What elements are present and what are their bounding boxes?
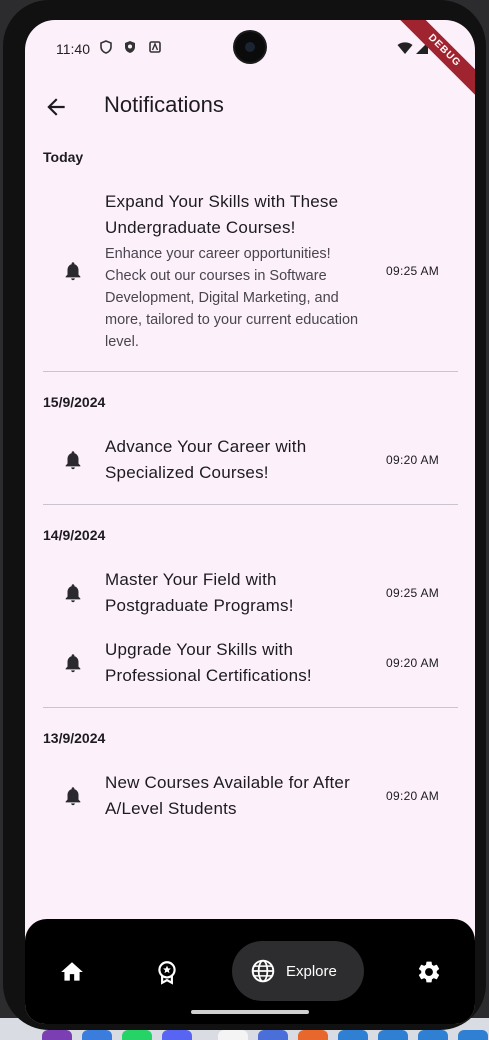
notification-time: 09:25 AM (386, 586, 440, 600)
app-bar: Notifications (25, 84, 475, 128)
notification-section: 14/9/2024 Master Your Field with Postgra… (43, 505, 458, 708)
bell-icon (43, 652, 103, 674)
notification-item[interactable]: Advance Your Career with Specialized Cou… (43, 418, 458, 504)
phone-frame: 11:40 DEBUG Notifications Today Expand Y… (3, 0, 486, 1030)
taskbar-app-icon[interactable] (162, 1030, 192, 1040)
section-date: 14/9/2024 (43, 527, 106, 543)
notification-item[interactable]: Upgrade Your Skills with Professional Ce… (43, 629, 458, 707)
taskbar-app-icon[interactable] (258, 1030, 288, 1040)
back-arrow-icon[interactable] (43, 94, 69, 120)
taskbar-app-icon[interactable] (122, 1030, 152, 1040)
status-bar: 11:40 DEBUG (25, 20, 475, 104)
gear-icon[interactable] (416, 959, 442, 985)
notification-section: 13/9/2024 New Courses Available for Afte… (43, 708, 458, 840)
explore-label: Explore (286, 962, 337, 980)
taskbar-app-icon[interactable] (418, 1030, 448, 1040)
bottom-nav-bar: Explore (25, 919, 475, 1024)
notification-body: Enhance your career opportunities! Check… (105, 246, 359, 350)
taskbar-app-icon[interactable] (298, 1030, 328, 1040)
notification-title: Advance Your Career with Specialized Cou… (105, 437, 307, 482)
front-camera (235, 32, 265, 62)
taskbar-app-icon[interactable] (42, 1030, 72, 1040)
taskbar-app-icon[interactable] (82, 1030, 112, 1040)
section-date: 15/9/2024 (43, 394, 106, 410)
notification-item[interactable]: Master Your Field with Postgraduate Prog… (43, 551, 458, 629)
notification-title: Upgrade Your Skills with Professional Ce… (105, 640, 312, 685)
home-icon[interactable] (59, 959, 85, 985)
globe-icon (251, 959, 275, 983)
notification-time: 09:20 AM (386, 453, 440, 467)
notification-time: 09:20 AM (386, 789, 440, 803)
bell-icon (43, 785, 103, 807)
notification-title: Master Your Field with Postgraduate Prog… (105, 570, 294, 615)
notification-item[interactable]: New Courses Available for After A/Level … (43, 754, 458, 840)
bell-icon (43, 449, 103, 471)
notification-list: Today Expand Your Skills with These Unde… (43, 145, 458, 840)
gesture-home-bar[interactable] (191, 1010, 309, 1014)
notification-title: Expand Your Skills with These Undergradu… (105, 192, 339, 237)
notification-section: 15/9/2024 Advance Your Career with Speci… (43, 372, 458, 505)
taskbar-app-icon[interactable] (338, 1030, 368, 1040)
taskbar-app-icon[interactable] (218, 1030, 248, 1040)
notification-title: New Courses Available for After A/Level … (105, 773, 350, 818)
notification-item[interactable]: Expand Your Skills with These Undergradu… (43, 173, 458, 371)
security-shield-icon (125, 41, 135, 53)
section-date: Today (43, 149, 84, 165)
bell-icon (43, 260, 103, 282)
explore-nav-button[interactable]: Explore (232, 941, 364, 1001)
award-badge-icon[interactable] (154, 959, 180, 985)
status-time: 11:40 (56, 41, 90, 57)
app-screen: 11:40 DEBUG Notifications Today Expand Y… (25, 20, 475, 1024)
vpn-shield-icon (100, 40, 112, 54)
taskbar-app-icon[interactable] (458, 1030, 488, 1040)
notification-time: 09:20 AM (386, 656, 440, 670)
notification-section: Today Expand Your Skills with These Unde… (43, 145, 458, 372)
taskbar-app-icon[interactable] (378, 1030, 408, 1040)
page-title: Notifications (104, 92, 224, 117)
wifi-icon (397, 42, 413, 54)
section-date: 13/9/2024 (43, 730, 106, 746)
notification-time: 09:25 AM (386, 264, 440, 278)
app-notification-icon (149, 41, 161, 53)
bell-icon (43, 582, 103, 604)
